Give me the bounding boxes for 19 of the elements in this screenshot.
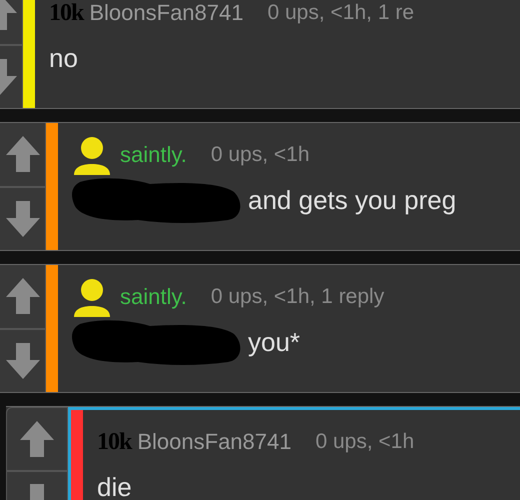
username-link[interactable]: saintly. [120, 142, 187, 168]
up-arrow-icon [6, 136, 40, 172]
comment-meta: 0 ups, <1h [315, 430, 414, 454]
username-link[interactable]: saintly. [120, 284, 187, 310]
comment-meta: 0 ups, <1h, 1 reply [210, 285, 384, 309]
comment-text: die [97, 472, 132, 500]
down-arrow-icon [6, 342, 40, 379]
down-arrow-icon [6, 200, 40, 237]
comment-text: and gets you preg [248, 184, 456, 216]
comment-meta: 0 ups, <1h [210, 143, 310, 167]
up-arrow-icon [6, 278, 40, 314]
user-avatar-icon [72, 135, 112, 175]
comment-text: you* [248, 326, 300, 358]
user-avatar-icon [72, 277, 112, 317]
comment-text: no [49, 42, 78, 74]
up-arrow-icon [20, 420, 54, 457]
username-link[interactable]: BloonsFan8741 [137, 429, 292, 455]
username-link[interactable]: BloonsFan8741 [89, 0, 244, 26]
comment-meta: 0 ups, <1h, 1 re [267, 1, 414, 25]
